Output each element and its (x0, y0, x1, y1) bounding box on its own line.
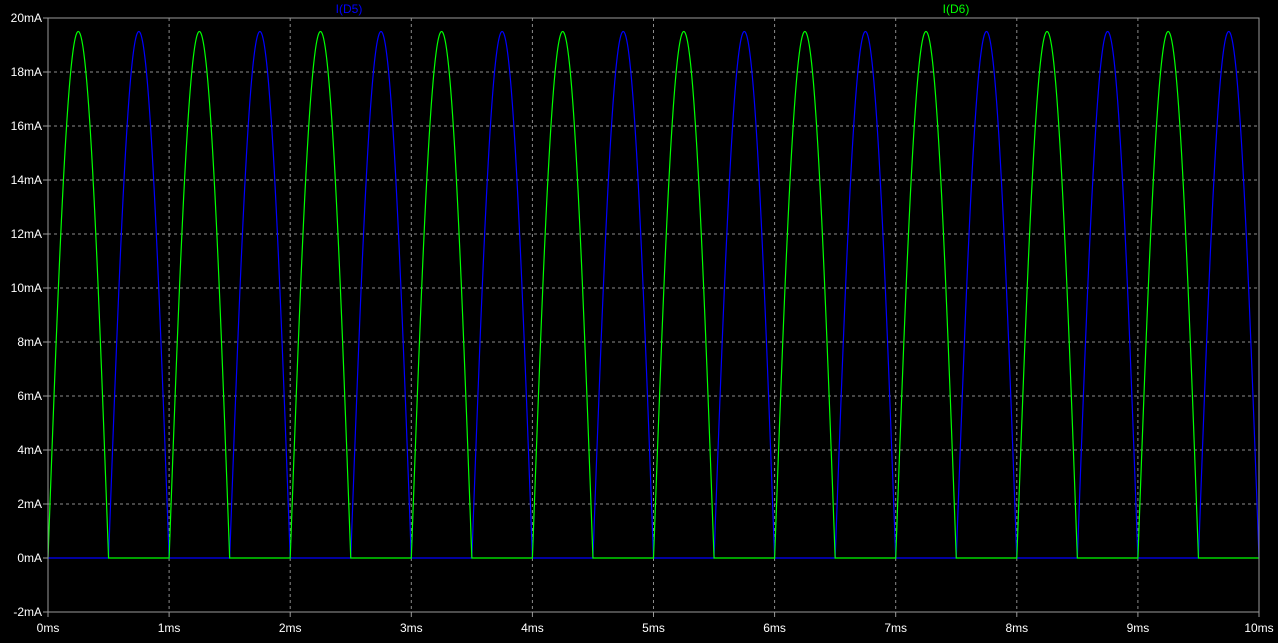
x-tick-label: 0ms (37, 621, 60, 635)
y-tick-label: 16mA (11, 119, 42, 133)
y-tick-label: 14mA (11, 173, 42, 187)
y-tick-label: 8mA (17, 335, 42, 349)
y-tick-label: 4mA (17, 443, 42, 457)
waveform-plot: 0ms 1ms 2ms 3ms 4ms 5ms 6ms 7ms 8ms 9ms 10ms -2mA 0m… (0, 0, 1278, 638)
legend-layer: I(D5) I(D6) (336, 2, 970, 16)
y-tick-label: 2mA (17, 497, 42, 511)
x-tick-label: 7ms (884, 621, 907, 635)
plot-svg: 0ms 1ms 2ms 3ms 4ms 5ms 6ms 7ms 8ms 9ms 10ms -2mA 0m… (11, 2, 1274, 635)
x-tick-label: 5ms (642, 621, 665, 635)
axis-layer: 0ms 1ms 2ms 3ms 4ms 5ms 6ms 7ms 8ms 9ms 10ms -2mA 0m… (11, 11, 1274, 635)
x-tick-label: 2ms (279, 621, 302, 635)
y-tick-label: 20mA (11, 11, 42, 25)
x-tick-label: 8ms (1005, 621, 1028, 635)
x-tick-label: 4ms (521, 621, 544, 635)
y-tick-label: -2mA (13, 605, 42, 619)
x-tick-label: 9ms (1127, 621, 1150, 635)
y-tick-label: 18mA (11, 65, 42, 79)
y-tick-label: 10mA (11, 281, 42, 295)
x-tick-label: 6ms (763, 621, 786, 635)
legend-i-d5[interactable]: I(D5) (336, 2, 363, 16)
legend-i-d6[interactable]: I(D6) (943, 2, 970, 16)
x-tick-label: 10ms (1244, 621, 1273, 635)
grid-layer (48, 18, 1259, 612)
x-tick-label: 3ms (400, 621, 423, 635)
y-tick-label: 6mA (17, 389, 42, 403)
y-tick-label: 12mA (11, 227, 42, 241)
x-tick-label: 1ms (158, 621, 181, 635)
y-tick-label: 0mA (17, 551, 42, 565)
